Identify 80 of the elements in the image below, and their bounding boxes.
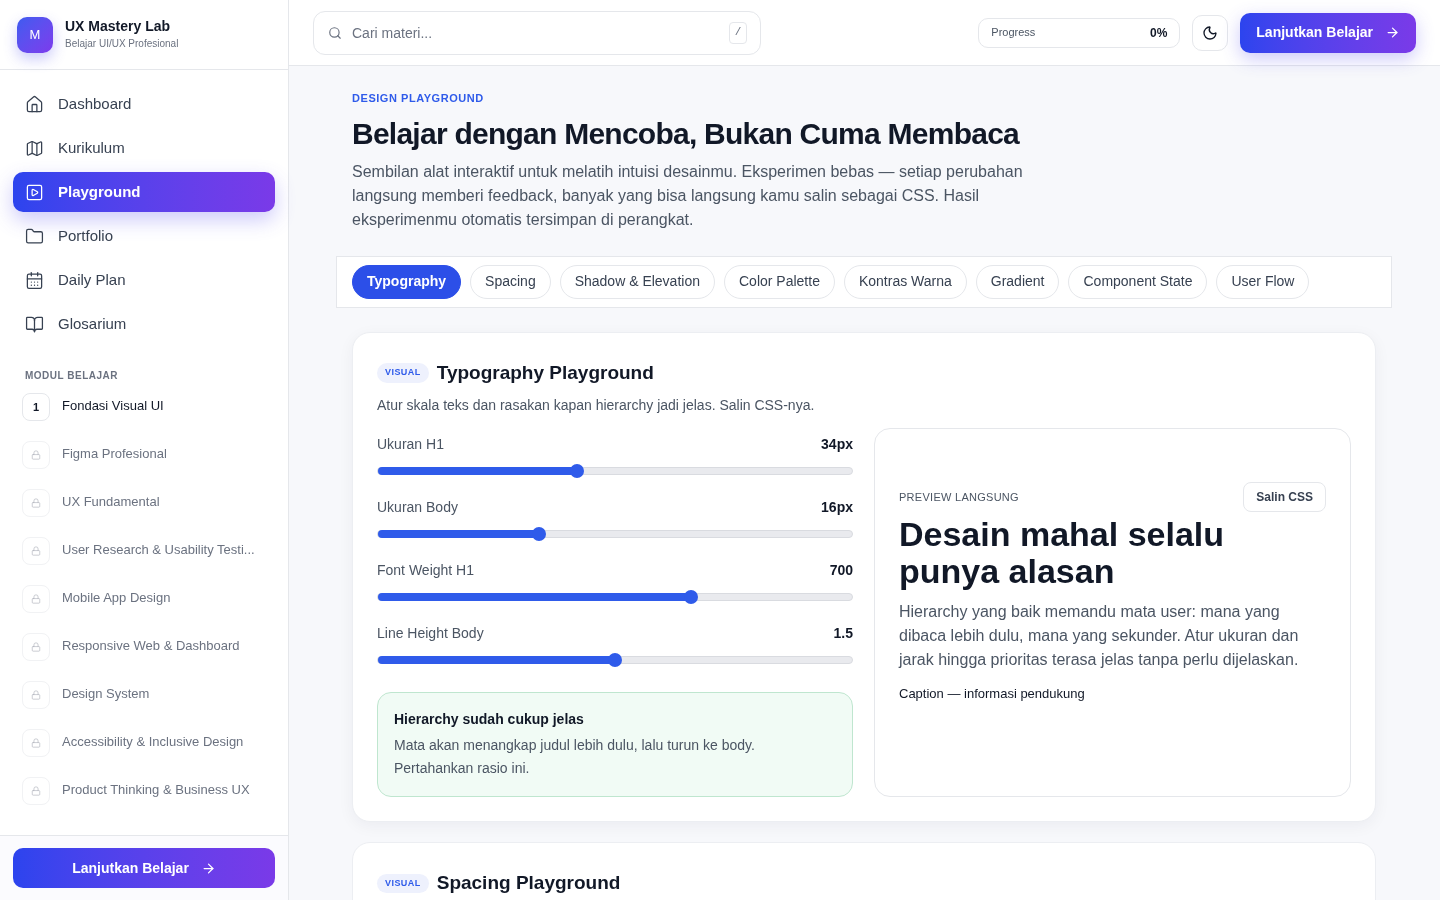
- folder-icon: [25, 226, 44, 246]
- slider-label: Ukuran Body: [377, 498, 458, 517]
- moon-icon: [1202, 24, 1219, 41]
- lock-icon: [31, 786, 41, 796]
- nav-item[interactable]: Portfolio: [13, 216, 275, 256]
- home-icon: [25, 94, 44, 114]
- page-title: Belajar dengan Mencoba, Bukan Cuma Membaca: [352, 115, 1021, 152]
- slider-track[interactable]: [377, 467, 853, 475]
- module-item[interactable]: Figma Profesional: [22, 441, 266, 489]
- nav-item[interactable]: Daily Plan: [13, 260, 275, 300]
- slider-thumb[interactable]: [608, 653, 622, 667]
- lock-icon: [31, 738, 41, 748]
- slider-label: Line Height Body: [377, 624, 484, 643]
- section-heading: MODUL BELAJAR: [24, 369, 119, 383]
- play-icon: [25, 182, 44, 202]
- copy-css-button[interactable]: Salin CSS: [1243, 482, 1326, 512]
- slider-value: 34px: [821, 435, 853, 454]
- module-item[interactable]: Mobile App Design: [22, 585, 266, 633]
- nav-item[interactable]: Dashboard: [13, 84, 275, 124]
- tab[interactable]: User Flow: [1216, 264, 1310, 299]
- lock-icon: [31, 690, 41, 700]
- lock-icon: [31, 642, 41, 652]
- module-item[interactable]: Product Thinking & Business UX: [22, 777, 266, 825]
- tab[interactable]: Spacing: [470, 264, 551, 299]
- preview-label: PREVIEW LANGSUNG: [899, 489, 1019, 505]
- lock-icon: [31, 498, 41, 508]
- progress-indicator: Progress 0%: [978, 17, 1181, 48]
- shortcut-key: /: [729, 21, 747, 44]
- map-icon: [25, 138, 44, 158]
- card-description: Atur skala teks dan rasakan kapan hierarchy jadi jelas. Salin CSS-nya.: [377, 396, 816, 415]
- slider-thumb[interactable]: [532, 527, 547, 541]
- module-item[interactable]: UX Fundamental: [22, 489, 266, 537]
- slider-value: 1.5: [833, 624, 853, 643]
- continue-button[interactable]: Lanjutkan Belajar: [13, 848, 275, 888]
- eyebrow-label: DESIGN PLAYGROUND: [352, 91, 485, 106]
- slider-track[interactable]: [377, 593, 853, 601]
- preview-body: Hierarchy yang baik memandu mata user: mana yang dibaca lebih dulu, mana yang sekunder. Atur ukuran dan jarak hingga prioritas terasa jelas tanpa perlu dijelaskan.: [899, 602, 1300, 670]
- module-item[interactable]: User Research & Usability Testi...: [22, 537, 266, 585]
- slider-thumb[interactable]: [570, 464, 585, 478]
- continue-button[interactable]: Lanjutkan Belajar: [1240, 12, 1416, 53]
- search-icon: [328, 25, 342, 40]
- slider-track[interactable]: [377, 656, 853, 664]
- arrow-icon: [200, 860, 216, 876]
- preview-caption: Caption — informasi pendukung: [899, 685, 1086, 703]
- slider-label: Ukuran H1: [377, 435, 444, 454]
- feedback-box: Hierarchy sudah cukup jelas Mata akan menangkap judul lebih dulu, lalu turun ke body. Pertahankan rasio ini.: [377, 692, 853, 797]
- tab[interactable]: Component State: [1068, 264, 1208, 299]
- module-item[interactable]: Accessibility & Inclusive Design: [22, 729, 266, 777]
- tab[interactable]: Kontras Warna: [843, 264, 967, 299]
- category-badge: VISUAL: [377, 873, 429, 893]
- tab[interactable]: Gradient: [975, 264, 1060, 299]
- tab[interactable]: Shadow & Elevation: [559, 264, 715, 299]
- lock-icon: [31, 450, 41, 460]
- tab[interactable]: Typography: [352, 264, 462, 299]
- calendar-icon: [25, 270, 44, 290]
- category-badge: VISUAL: [377, 363, 429, 383]
- card-title: Spacing Playground: [436, 871, 621, 895]
- book-icon: [25, 314, 44, 334]
- nav-item[interactable]: Playground: [13, 172, 275, 212]
- slider-label: Font Weight H1: [377, 561, 474, 580]
- app-tagline: Belajar UI/UX Profesional: [65, 36, 179, 51]
- slider-thumb[interactable]: [683, 590, 698, 604]
- tab[interactable]: Color Palette: [724, 264, 835, 299]
- app-logo: M: [17, 16, 53, 53]
- app-name: UX Mastery Lab: [65, 18, 172, 36]
- card-title: Typography Playground: [436, 360, 654, 385]
- nav-item[interactable]: Kurikulum: [13, 128, 275, 168]
- module-item[interactable]: Responsive Web & Dashboard: [22, 633, 266, 681]
- module-number: 1: [22, 393, 50, 421]
- page-intro: Sembilan alat interaktif untuk melatih intuisi desainmu. Eksperimen bebas — setiap perubahan langsung memberi feedback, banyak yang bisa langsung kamu salin sebagai CSS. Hasil eksperimenmu otomatis tersimpan di perangkat.: [352, 161, 1024, 230]
- slider-value: 700: [829, 561, 853, 580]
- lock-icon: [31, 546, 41, 556]
- slider-track[interactable]: [377, 530, 853, 538]
- theme-toggle[interactable]: [1192, 14, 1229, 51]
- lock-icon: [31, 594, 41, 604]
- preview-heading: Desain mahal selalu punya alasan: [899, 516, 1226, 590]
- slider-value: 16px: [821, 498, 853, 517]
- module-item[interactable]: Design System: [22, 681, 266, 729]
- nav-item[interactable]: Glosarium: [13, 304, 275, 344]
- module-item[interactable]: 1 Fondasi Visual UI: [22, 393, 266, 441]
